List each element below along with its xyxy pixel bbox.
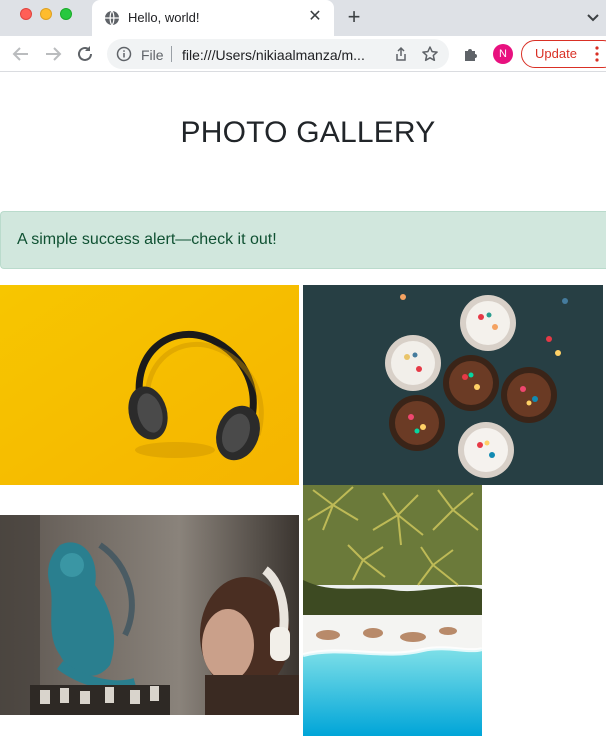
- close-window-button[interactable]: [20, 8, 32, 20]
- photo-graffiti: [0, 515, 299, 715]
- reload-icon[interactable]: [74, 43, 96, 65]
- address-bar[interactable]: File file:///Users/nikiaalmanza/m...: [107, 39, 449, 69]
- globe-icon: [105, 10, 119, 26]
- tab-strip: Hello, world! ✕ +: [0, 0, 606, 36]
- chevron-down-icon[interactable]: [584, 8, 602, 26]
- zoom-window-button[interactable]: [60, 8, 72, 20]
- update-label: Update: [535, 46, 577, 61]
- close-icon[interactable]: ✕: [306, 8, 324, 26]
- photo-headphones: [0, 285, 299, 485]
- back-icon[interactable]: [10, 43, 32, 65]
- plus-icon[interactable]: +: [342, 6, 366, 30]
- active-tab[interactable]: Hello, world! ✕: [92, 0, 334, 36]
- url-text[interactable]: file:///Users/nikiaalmanza/m...: [182, 47, 365, 63]
- avatar[interactable]: N: [493, 44, 513, 64]
- scheme-label: File: [141, 47, 164, 63]
- minimize-window-button[interactable]: [40, 8, 52, 20]
- browser-toolbar: File file:///Users/nikiaalmanza/m... N U…: [0, 36, 606, 72]
- photo-cupcakes: [303, 285, 603, 485]
- puzzle-icon[interactable]: [462, 45, 480, 63]
- photo-beach-aerial: [303, 485, 482, 736]
- star-icon[interactable]: [421, 45, 439, 63]
- info-icon[interactable]: [116, 46, 132, 62]
- page-title: PHOTO GALLERY: [180, 116, 436, 149]
- alert-text: A simple success alert—check it out!: [17, 231, 277, 248]
- divider: [171, 46, 172, 62]
- forward-icon[interactable]: [42, 43, 64, 65]
- share-icon[interactable]: [393, 46, 409, 62]
- success-alert: A simple success alert—check it out!: [0, 211, 606, 269]
- tab-title: Hello, world!: [128, 10, 200, 25]
- more-vert-icon[interactable]: [592, 45, 602, 63]
